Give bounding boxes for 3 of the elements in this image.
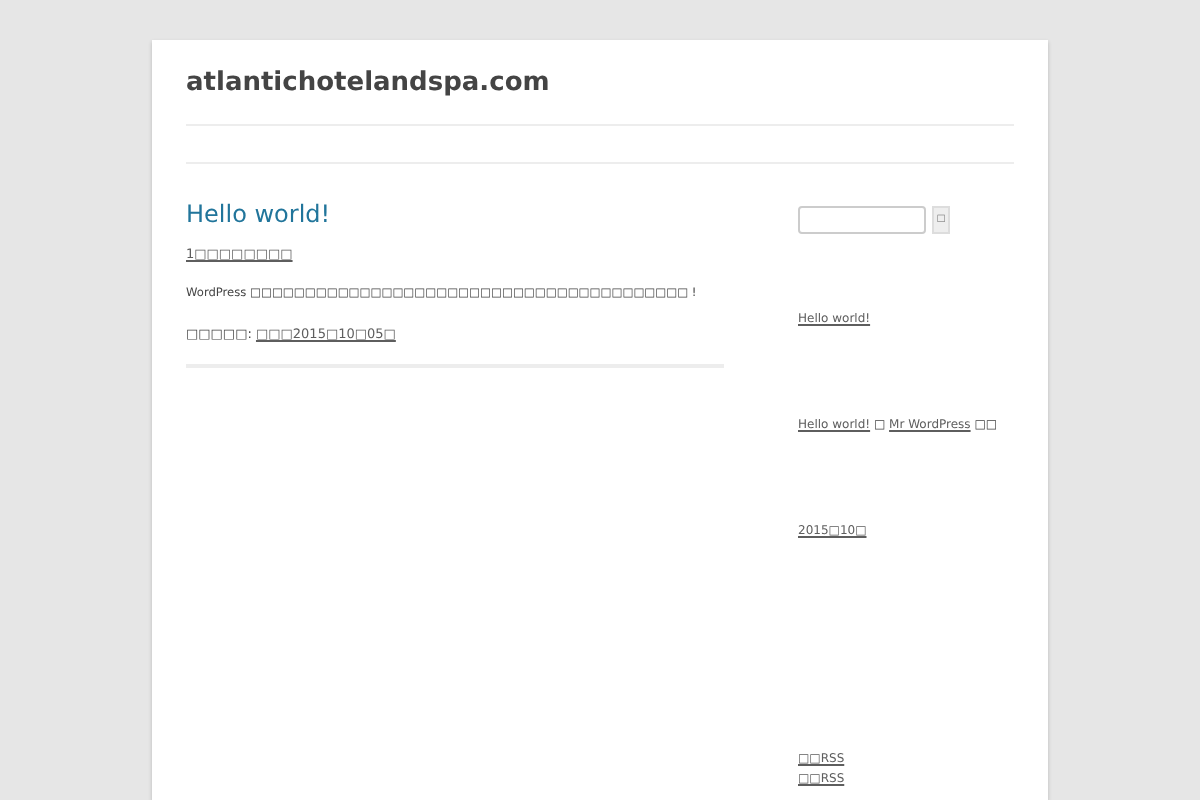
site-title[interactable]: atlantichotelandspa.com — [186, 40, 1014, 112]
search-field[interactable] — [798, 206, 926, 234]
post-title[interactable]: Hello world! — [186, 200, 724, 228]
